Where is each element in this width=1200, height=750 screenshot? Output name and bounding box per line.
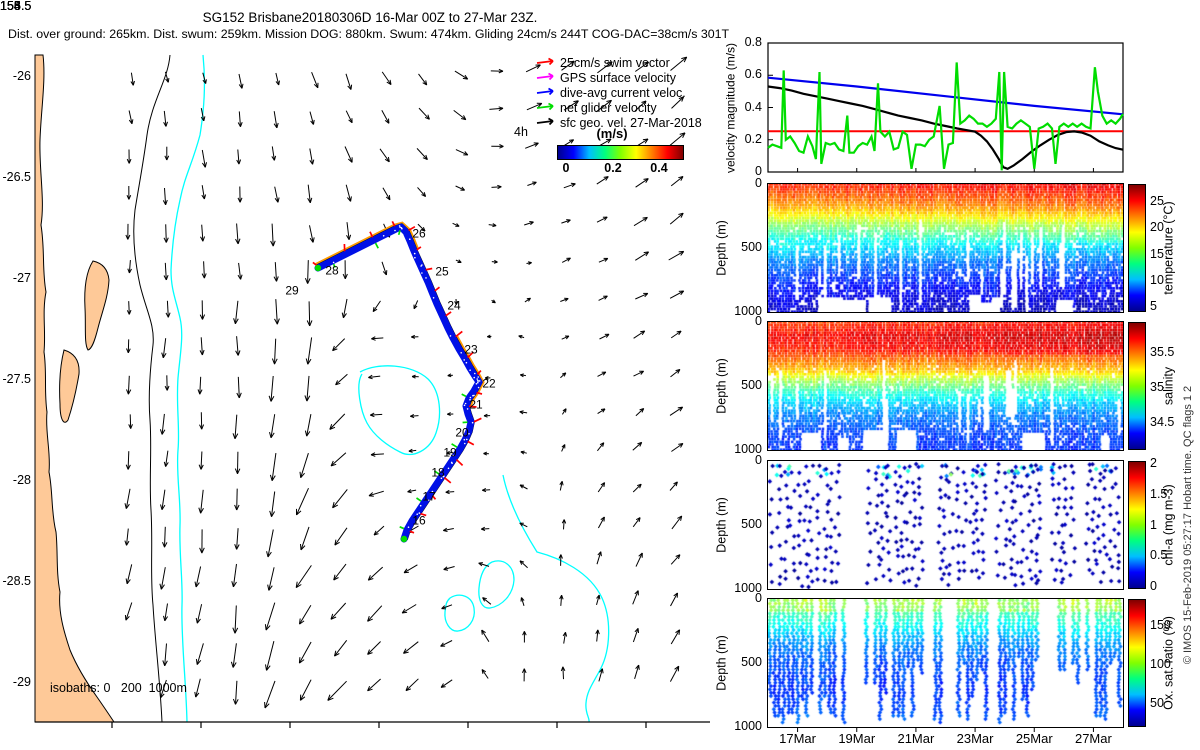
map-x-tick-label: 156.5 xyxy=(0,0,32,13)
legend-colorbar-tick: 0.4 xyxy=(650,161,668,175)
colorbar-axis-label: Ox. sat. ratio (%) xyxy=(1161,616,1176,710)
dive-number-label: 23 xyxy=(464,342,478,357)
depth-panel-salinity xyxy=(767,321,1124,451)
depth-tick-label: 500 xyxy=(741,378,762,392)
dive-number-label: 18 xyxy=(431,465,445,480)
colorbar-tick-label: 5 xyxy=(1150,298,1157,313)
track-end-marker xyxy=(314,264,322,272)
isobath-1000m-closed-3 xyxy=(502,474,610,723)
figure-root: SG152 Brisbane20180306D 16-Mar 00Z to 27… xyxy=(0,0,1200,750)
depth-tick-label: 0 xyxy=(755,176,762,190)
velocity-panel xyxy=(767,42,1124,173)
island-1 xyxy=(59,349,80,423)
colorbar-axis-label: temperature (°C) xyxy=(1161,201,1176,295)
date-tick-label: 19Mar xyxy=(838,731,876,746)
map-y-tick-label: -28.5 xyxy=(2,574,32,588)
depth-tick-label: 0 xyxy=(755,591,762,605)
legend-item-label: 25cm/s swim vector xyxy=(560,56,670,70)
date-tick-label: 27Mar xyxy=(1074,731,1112,746)
velocity-y-tick-label: 0.2 xyxy=(744,131,762,146)
velocity-y-tick-label: 0.4 xyxy=(744,99,762,114)
depth-tick-label: 0 xyxy=(755,453,762,467)
dive-number-label: 17 xyxy=(422,489,436,504)
depth-tick-label: 500 xyxy=(741,517,762,531)
isobaths-label: isobaths: 0 200 1000m xyxy=(50,681,187,695)
dive-number-label: 24 xyxy=(447,298,461,313)
dive-number-label: 29 xyxy=(285,283,299,298)
map-y-tick-label: -28 xyxy=(12,473,31,487)
track-start-marker xyxy=(400,535,408,543)
colorbar-axis-label: chl-a (mg m-3) xyxy=(1161,484,1176,566)
colorbar-tick-label: 34.5 xyxy=(1150,414,1175,429)
colorbar-salinity xyxy=(1128,322,1146,450)
depth-panel-oxygen xyxy=(767,598,1124,728)
isobath-1000m-closed-2 xyxy=(444,594,475,632)
sfc-geo-track-line xyxy=(316,223,483,541)
figure-subtitle: Dist. over ground: 265km. Dist. swum: 25… xyxy=(8,27,730,41)
legend-marker-4 xyxy=(536,117,554,126)
legend-item-label: GPS surface velocity xyxy=(560,71,677,85)
legend-marker-2 xyxy=(536,87,554,96)
colorbar-tick-label: 2 xyxy=(1150,456,1157,471)
legend-item-label: dive-avg current veloc. xyxy=(560,86,686,100)
colorbar-chl xyxy=(1128,461,1146,589)
velocity-y-tick-label: 0.6 xyxy=(744,67,762,82)
isobath-200m xyxy=(133,54,171,723)
velocity-series-2 xyxy=(767,62,1124,171)
isobath-1000m-closed-0 xyxy=(358,365,441,456)
legend-colorbar-tick: 0 xyxy=(562,161,570,175)
date-tick-label: 17Mar xyxy=(779,731,816,746)
map-y-tick-label: -26 xyxy=(12,69,31,83)
dive-avg-current-track xyxy=(314,223,483,543)
date-tick-label: 23Mar xyxy=(956,731,994,746)
colorbar-tick-label: 35.5 xyxy=(1150,344,1175,359)
legend-marker-0 xyxy=(536,57,554,66)
colorbar-axis-label: salinity xyxy=(1161,366,1176,406)
isobath-1000m xyxy=(170,54,206,723)
island-0 xyxy=(84,260,110,351)
dive-number-label: 28 xyxy=(325,263,339,278)
imos-watermark: © IMOS 15-Feb-2019 05:27:17 Hobart time.… xyxy=(1182,385,1195,665)
legend-marker-1 xyxy=(536,72,554,81)
dive-number-label: 16 xyxy=(412,513,426,528)
dive-number-label: 19 xyxy=(443,445,457,460)
legend-item-label: net glider velocity xyxy=(560,101,657,115)
legend-item-label: sfc geo. vel. 27-Mar-2018 xyxy=(560,116,702,130)
depth-tick-label: 0 xyxy=(755,314,762,328)
dive-number-label: 25 xyxy=(435,264,449,279)
date-tick-label: 21Mar xyxy=(897,731,935,746)
depth-panel-chl xyxy=(767,460,1124,590)
map-y-tick-label: -29 xyxy=(12,675,31,689)
colorbar-tick-label: 1 xyxy=(1150,517,1157,532)
map-y-tick-label: -27 xyxy=(12,271,31,285)
figure-title: SG152 Brisbane20180306D 16-Mar 00Z to 27… xyxy=(202,10,538,25)
legend-velocity-colorbar xyxy=(557,145,684,160)
legend-colorbar-tick: 0.2 xyxy=(604,161,622,175)
dive-number-label: 21 xyxy=(469,397,483,412)
colorbar-oxygen xyxy=(1128,599,1146,727)
date-tick-label: 25Mar xyxy=(1015,731,1053,746)
dive-number-label: 20 xyxy=(455,425,469,440)
depth-tick-label: 500 xyxy=(741,240,762,254)
colorbar-temperature xyxy=(1128,184,1146,312)
depth-tick-label: 500 xyxy=(741,655,762,669)
depth-panel-temperature xyxy=(767,183,1124,313)
map-y-tick-label: -27.5 xyxy=(2,372,32,386)
dive-number-label: 22 xyxy=(482,376,496,391)
legend-time-scale-label: 4h xyxy=(514,125,528,139)
depth-tick-label: 1000 xyxy=(734,719,762,733)
colorbar-tick-label: 0 xyxy=(1150,579,1157,594)
velocity-y-tick-label: 0.8 xyxy=(744,35,762,49)
map-y-tick-label: -26.5 xyxy=(2,170,32,184)
dive-number-label: 26 xyxy=(412,226,426,241)
